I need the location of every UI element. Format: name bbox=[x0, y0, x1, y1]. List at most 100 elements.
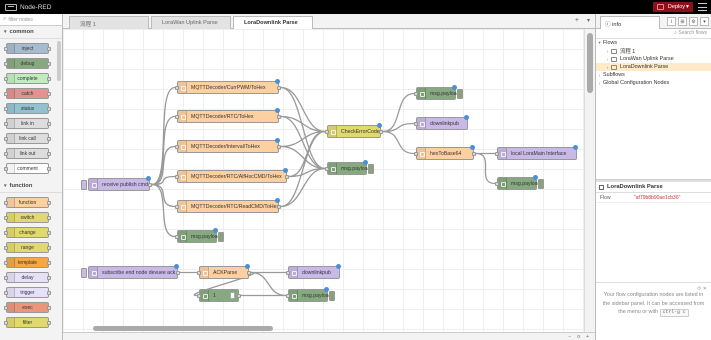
palette-node-inject[interactable]: inject bbox=[4, 43, 51, 54]
sidebar-search[interactable]: ⌕ Search flows bbox=[596, 29, 711, 39]
flow-node-dbg1[interactable]: msg.payload bbox=[175, 228, 224, 243]
output-port[interactable] bbox=[247, 271, 251, 275]
tree-global-config-header[interactable]: › Global Configuration Nodes bbox=[596, 79, 711, 87]
scrollbar-thumb[interactable] bbox=[587, 33, 593, 93]
scrollbar-thumb[interactable] bbox=[93, 326, 273, 331]
palette-node-status[interactable]: status bbox=[4, 103, 51, 114]
debug-toggle-button[interactable] bbox=[368, 164, 374, 174]
flow-node-dbg5[interactable]: msg.payload bbox=[286, 287, 335, 302]
input-port[interactable] bbox=[495, 152, 499, 156]
info-value[interactable]: "af79b8b90ae1cb36" bbox=[634, 195, 680, 201]
tree-subflows-header[interactable]: › Subflows bbox=[596, 71, 711, 79]
palette-node-trigger[interactable]: trigger bbox=[4, 287, 51, 298]
input-port[interactable] bbox=[414, 92, 418, 96]
zoom-in-button[interactable]: + bbox=[586, 334, 589, 340]
tip-refresh-icon[interactable]: ⟳ ✕ bbox=[697, 285, 707, 294]
debug-toggle-button[interactable] bbox=[538, 179, 544, 189]
palette-node-switch[interactable]: switch bbox=[4, 212, 51, 223]
flow-node-dl2[interactable]: downlinkpub bbox=[286, 264, 341, 279]
palette-node-function[interactable]: function bbox=[4, 197, 51, 208]
palette-node-debug[interactable]: debug bbox=[4, 58, 51, 69]
flow-node-check[interactable]: CheckErrorCode bbox=[325, 123, 383, 138]
inject-button[interactable] bbox=[81, 180, 87, 190]
output-port[interactable] bbox=[237, 294, 241, 298]
debug-toggle-button[interactable] bbox=[457, 89, 463, 99]
flow-node-f5[interactable]: MQTTDecoder/RTC/ReadCMD/ToHex bbox=[175, 198, 281, 213]
chevron-down-icon[interactable]: ▼ bbox=[685, 4, 690, 10]
palette-node-range[interactable]: range bbox=[4, 242, 51, 253]
search-placeholder[interactable]: Search flows bbox=[678, 30, 707, 36]
palette-node-filter[interactable]: filter bbox=[4, 317, 51, 328]
palette-node-catch[interactable]: catch bbox=[4, 88, 51, 99]
input-port[interactable] bbox=[175, 205, 179, 209]
flow-node-sw[interactable]: 1 bbox=[197, 289, 241, 302]
palette-node-comment[interactable]: comment bbox=[4, 163, 51, 174]
palette-filter[interactable]: ⌕ filter nodes bbox=[0, 14, 62, 26]
output-port[interactable] bbox=[148, 183, 152, 187]
output-port[interactable] bbox=[379, 130, 383, 134]
sidebar-tab-info[interactable]: ⓘ info bbox=[600, 16, 660, 29]
output-port[interactable] bbox=[176, 271, 180, 275]
palette-node-link-call[interactable]: link call bbox=[4, 133, 51, 144]
palette-node-delay[interactable]: delay bbox=[4, 272, 51, 283]
flow-node-ack[interactable]: ACKParse bbox=[197, 264, 251, 279]
tree-item-lorawan-uplink[interactable]: › LoraWan Uplink Parse bbox=[596, 55, 711, 63]
tab-lorawan-uplink-parse[interactable]: LoraWan Uplink Parse bbox=[151, 16, 231, 29]
flow-node-f3[interactable]: MQTTDecoder/Interval/ToHex bbox=[175, 138, 281, 153]
flow-node-sub[interactable]: subscribe end node devuee ack bbox=[81, 264, 180, 279]
input-port[interactable] bbox=[175, 175, 179, 179]
output-port[interactable] bbox=[277, 205, 281, 209]
debug-toggle-button[interactable] bbox=[329, 291, 335, 301]
input-port[interactable] bbox=[197, 271, 201, 275]
output-port[interactable] bbox=[277, 145, 281, 149]
tree-item-loradownlink[interactable]: › LoraDownlink Parse bbox=[596, 63, 711, 71]
zoom-out-button[interactable]: − bbox=[568, 334, 571, 340]
input-port[interactable] bbox=[175, 115, 179, 119]
input-port[interactable] bbox=[286, 294, 290, 298]
flow-node-dbg2[interactable]: msg.payload bbox=[325, 160, 374, 175]
flow-node-dbg3[interactable]: msg.payload bbox=[414, 85, 463, 100]
palette-node-exec[interactable]: exec bbox=[4, 302, 51, 313]
input-port[interactable] bbox=[286, 271, 290, 275]
debug-tab-icon[interactable]: ⊞ bbox=[678, 17, 687, 26]
flow-node-recv[interactable]: receive publish cmd bbox=[81, 176, 152, 191]
deploy-button[interactable]: Deploy ▼ bbox=[653, 2, 693, 12]
input-port[interactable] bbox=[495, 182, 499, 186]
input-port[interactable] bbox=[175, 145, 179, 149]
config-tab-icon[interactable]: ⚙ bbox=[689, 17, 698, 26]
input-port[interactable] bbox=[325, 130, 329, 134]
input-port[interactable] bbox=[197, 294, 201, 298]
output-port[interactable] bbox=[472, 152, 476, 156]
flow-node-dbg4[interactable]: msg.payload bbox=[495, 175, 544, 190]
tree-item-flow-1[interactable]: › 流程 1 bbox=[596, 47, 711, 55]
input-port[interactable] bbox=[414, 152, 418, 156]
input-port[interactable] bbox=[175, 235, 179, 239]
canvas-horizontal-scrollbar[interactable] bbox=[63, 325, 584, 332]
palette-category-common[interactable]: ▾ common bbox=[0, 26, 62, 39]
tree-flows-header[interactable]: ▾ Flows bbox=[596, 39, 711, 47]
sidebar-menu-icon[interactable]: ▾ bbox=[700, 17, 709, 26]
tab-list-icon[interactable]: ▾ bbox=[587, 17, 590, 24]
flow-node-f2[interactable]: MQTTDecoder/RTC/ToHex bbox=[175, 108, 281, 123]
output-port[interactable] bbox=[277, 115, 281, 119]
palette-filter-placeholder[interactable]: filter nodes bbox=[8, 17, 32, 23]
flow-node-f4[interactable]: MQTTDecoder/RTC/AlfHscCMD/ToHex bbox=[175, 168, 289, 183]
palette-node-template[interactable]: template bbox=[4, 257, 51, 268]
flow-node-f1[interactable]: MQTTDecoder/CurrPWM/ToHex bbox=[175, 79, 281, 94]
input-port[interactable] bbox=[175, 86, 179, 90]
flow-node-local[interactable]: local LoraMain Interface bbox=[495, 145, 578, 160]
inject-button[interactable] bbox=[81, 268, 87, 278]
palette-node-link-out[interactable]: link out bbox=[4, 148, 51, 159]
add-tab-icon[interactable]: + bbox=[575, 17, 579, 24]
main-menu-button[interactable] bbox=[698, 3, 707, 11]
canvas-vertical-scrollbar[interactable] bbox=[584, 29, 595, 334]
tab-flow-1[interactable]: 流程 1 bbox=[69, 16, 149, 29]
output-port[interactable] bbox=[277, 86, 281, 90]
debug-toggle-button[interactable] bbox=[218, 232, 224, 242]
palette-scrollbar[interactable] bbox=[57, 41, 61, 81]
info-tab-icon[interactable]: i bbox=[667, 17, 676, 26]
zoom-reset-button[interactable]: o bbox=[577, 334, 580, 340]
flow-node-hex[interactable]: hexToBase64 bbox=[414, 145, 476, 160]
input-port[interactable] bbox=[414, 122, 418, 126]
palette-node-link-in[interactable]: link in bbox=[4, 118, 51, 129]
